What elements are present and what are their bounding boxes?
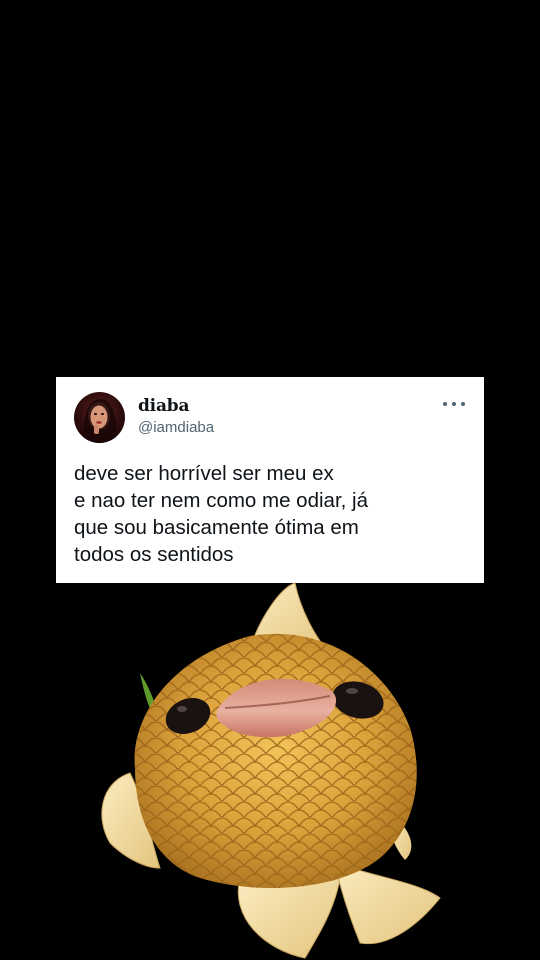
more-horizontal-icon[interactable] xyxy=(443,397,465,411)
dot xyxy=(452,402,456,406)
goldfish-sticker xyxy=(101,582,441,959)
tweet-text: deve ser horrível ser meu ex e nao ter n… xyxy=(74,462,368,566)
display-name[interactable]: diaba xyxy=(138,396,189,416)
username[interactable]: @iamdiaba xyxy=(138,419,214,436)
avatar[interactable] xyxy=(74,392,125,443)
tail-fin-right xyxy=(334,862,441,945)
dot xyxy=(461,402,465,406)
tail-fin xyxy=(237,877,341,959)
tweet-card: diaba @iamdiaba deve ser horrível ser me… xyxy=(56,377,484,583)
dot xyxy=(443,402,447,406)
